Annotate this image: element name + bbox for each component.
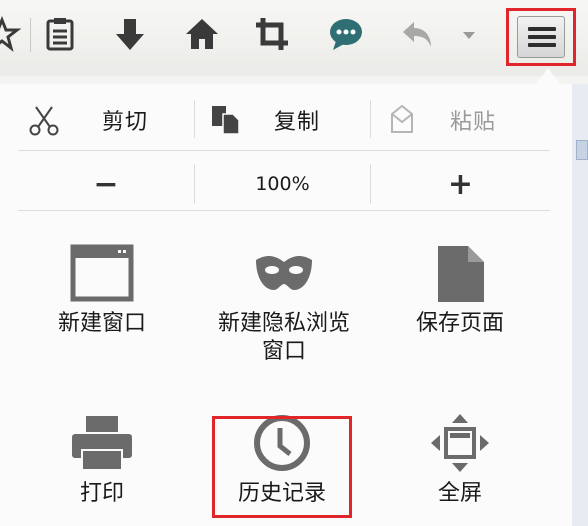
divider [194, 100, 195, 138]
new-window-button[interactable]: 新建窗口 [14, 244, 190, 338]
paste-button[interactable]: 粘贴 [384, 98, 554, 142]
cut-label: 剪切 [102, 110, 149, 135]
zoom-in-icon: + [447, 166, 474, 202]
undo-icon[interactable] [398, 14, 438, 54]
page-icon [438, 246, 484, 302]
zoom-out-button[interactable]: − [18, 164, 194, 204]
edit-controls: 剪切 复制 粘贴 [18, 98, 550, 142]
divider [18, 210, 550, 211]
scrollbar-tab[interactable] [576, 140, 588, 160]
copy-label: 复制 [274, 110, 321, 135]
dropdown-icon[interactable] [454, 14, 484, 54]
mask-icon [256, 256, 312, 290]
print-button[interactable]: 打印 [14, 414, 190, 508]
menu-icon[interactable] [517, 16, 565, 58]
printer-icon [72, 416, 132, 471]
window-icon [70, 244, 134, 302]
zoom-level: 100% [255, 173, 310, 195]
zoom-reset-button[interactable]: 100% [195, 164, 370, 204]
paste-label: 粘贴 [450, 110, 497, 135]
zoom-out-icon: − [93, 166, 119, 202]
download-icon[interactable] [110, 14, 150, 54]
menu-button-highlight [506, 8, 576, 66]
divider [18, 150, 550, 151]
new-private-window-label: 新建隐私浏览窗口 [217, 311, 350, 364]
home-icon[interactable] [182, 14, 222, 54]
cut-button[interactable]: 剪切 [26, 98, 196, 142]
history-highlight-box [212, 416, 352, 518]
copy-button[interactable]: 复制 [208, 98, 378, 142]
scissors-icon [29, 106, 59, 136]
toolbar [0, 0, 588, 76]
fullscreen-label: 全屏 [437, 481, 482, 506]
paste-icon [391, 104, 413, 133]
new-window-label: 新建窗口 [57, 311, 146, 336]
new-private-window-button[interactable]: 新建隐私浏览窗口 [196, 244, 372, 366]
zoom-in-button[interactable]: + [371, 164, 550, 204]
print-label: 打印 [79, 481, 124, 506]
fullscreen-icon [431, 414, 489, 472]
star-icon[interactable] [0, 14, 22, 54]
crop-icon[interactable] [252, 14, 292, 54]
save-page-label: 保存页面 [415, 311, 504, 336]
copy-icon [212, 106, 240, 135]
save-page-button[interactable]: 保存页面 [372, 244, 548, 338]
zoom-controls: − 100% + [18, 164, 550, 204]
toolbar-separator [30, 18, 31, 52]
fullscreen-button[interactable]: 全屏 [372, 414, 548, 508]
divider [370, 100, 371, 138]
panel-arrow [536, 68, 560, 84]
reading-list-icon[interactable] [40, 14, 80, 54]
chat-icon[interactable] [326, 14, 366, 54]
